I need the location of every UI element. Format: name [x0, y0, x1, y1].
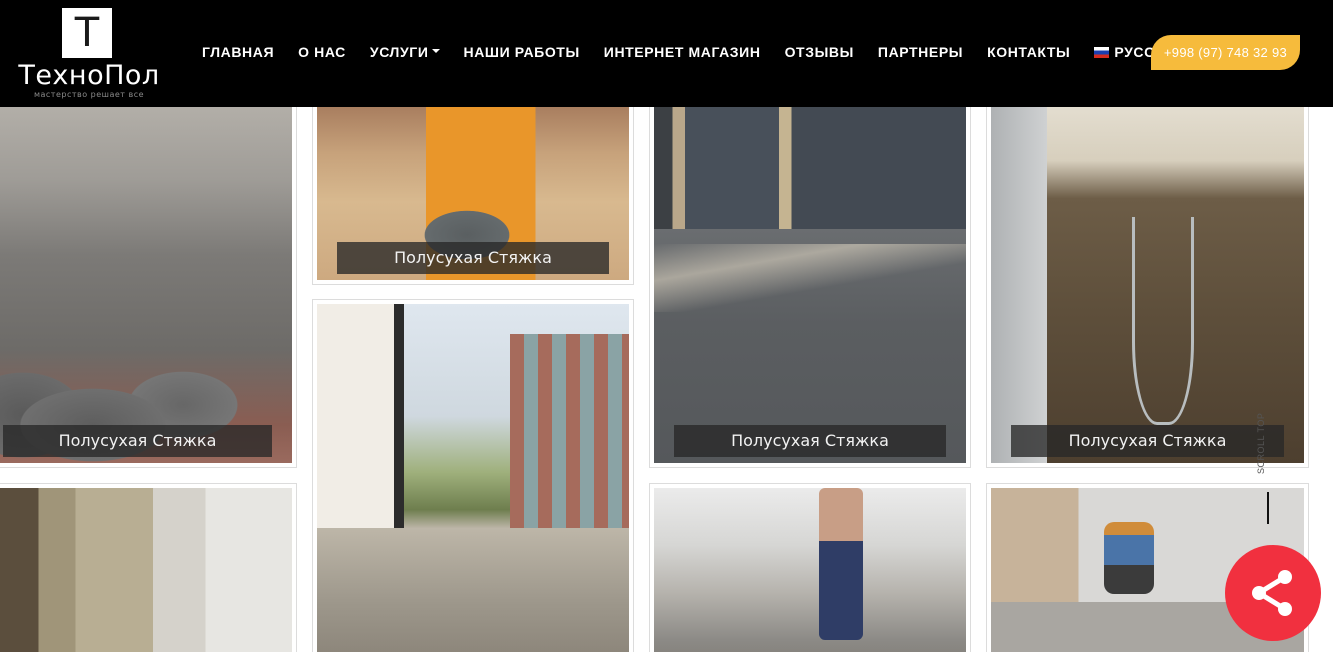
nav-item-reviews[interactable]: ОТЗЫВЫ — [785, 44, 854, 60]
gallery-photo[interactable] — [317, 304, 629, 652]
gallery-photo[interactable]: Полусухая Стяжка — [991, 85, 1304, 463]
nav-item-services[interactable]: УСЛУГИ — [370, 44, 440, 60]
scroll-top-label: SCROLL TOP — [1256, 412, 1266, 474]
gallery-caption: Полусухая Стяжка — [337, 242, 609, 274]
nav-item-about[interactable]: О НАС — [298, 44, 346, 60]
gallery-photo[interactable]: Полусухая Стяжка — [654, 85, 966, 463]
gallery-caption: Полусухая Стяжка — [1011, 425, 1284, 457]
share-button[interactable] — [1225, 545, 1321, 641]
nav-item-home[interactable]: ГЛАВНАЯ — [202, 44, 274, 60]
nav-item-partners[interactable]: ПАРТНЕРЫ — [878, 44, 963, 60]
logo[interactable]: T ТехноПол мастерство решает все — [18, 8, 160, 100]
logo-name: ТехноПол — [18, 60, 160, 91]
caret-down-icon — [431, 49, 440, 53]
nav-item-contacts[interactable]: КОНТАКТЫ — [987, 44, 1070, 60]
gallery-item[interactable] — [0, 483, 297, 652]
main-nav: ГЛАВНАЯ О НАС УСЛУГИ НАШИ РАБОТЫ ИНТЕРНЕ… — [190, 40, 1208, 64]
scroll-top-button[interactable]: SCROLL TOP — [1256, 408, 1280, 526]
gallery-photo[interactable] — [0, 488, 292, 652]
gallery-photo[interactable]: Полусухая Стяжка — [0, 85, 292, 463]
logo-mark: T — [62, 8, 112, 58]
logo-tagline: мастерство решает все — [33, 90, 145, 99]
nav-item-label: УСЛУГИ — [369, 44, 429, 60]
gallery-photo[interactable] — [654, 488, 966, 652]
logo-letter: T — [74, 10, 100, 56]
nav-item-our-works[interactable]: НАШИ РАБОТЫ — [464, 44, 580, 60]
phone-button[interactable]: +998 (97) 748 32 93 — [1151, 35, 1300, 70]
russia-flag-icon — [1094, 46, 1110, 58]
gallery-caption: Полусухая Стяжка — [674, 425, 946, 457]
gallery-item[interactable]: Полусухая Стяжка — [312, 80, 634, 285]
gallery-item[interactable] — [649, 483, 971, 652]
gallery-item[interactable]: Полусухая Стяжка — [649, 80, 971, 468]
gallery-item[interactable] — [312, 299, 634, 652]
gallery-caption: Полусухая Стяжка — [3, 425, 272, 457]
scroll-top-line — [1267, 492, 1269, 524]
site-header: T ТехноПол мастерство решает все ГЛАВНАЯ… — [0, 0, 1333, 107]
nav-item-online-shop[interactable]: ИНТЕРНЕТ МАГАЗИН — [604, 44, 761, 60]
share-icon — [1252, 570, 1292, 616]
gallery-photo[interactable]: Полусухая Стяжка — [317, 85, 629, 280]
page: Полусухая Стяжка Полусухая Стяжка Полусу… — [0, 0, 1333, 652]
gallery-item[interactable]: Полусухая Стяжка — [0, 80, 297, 468]
